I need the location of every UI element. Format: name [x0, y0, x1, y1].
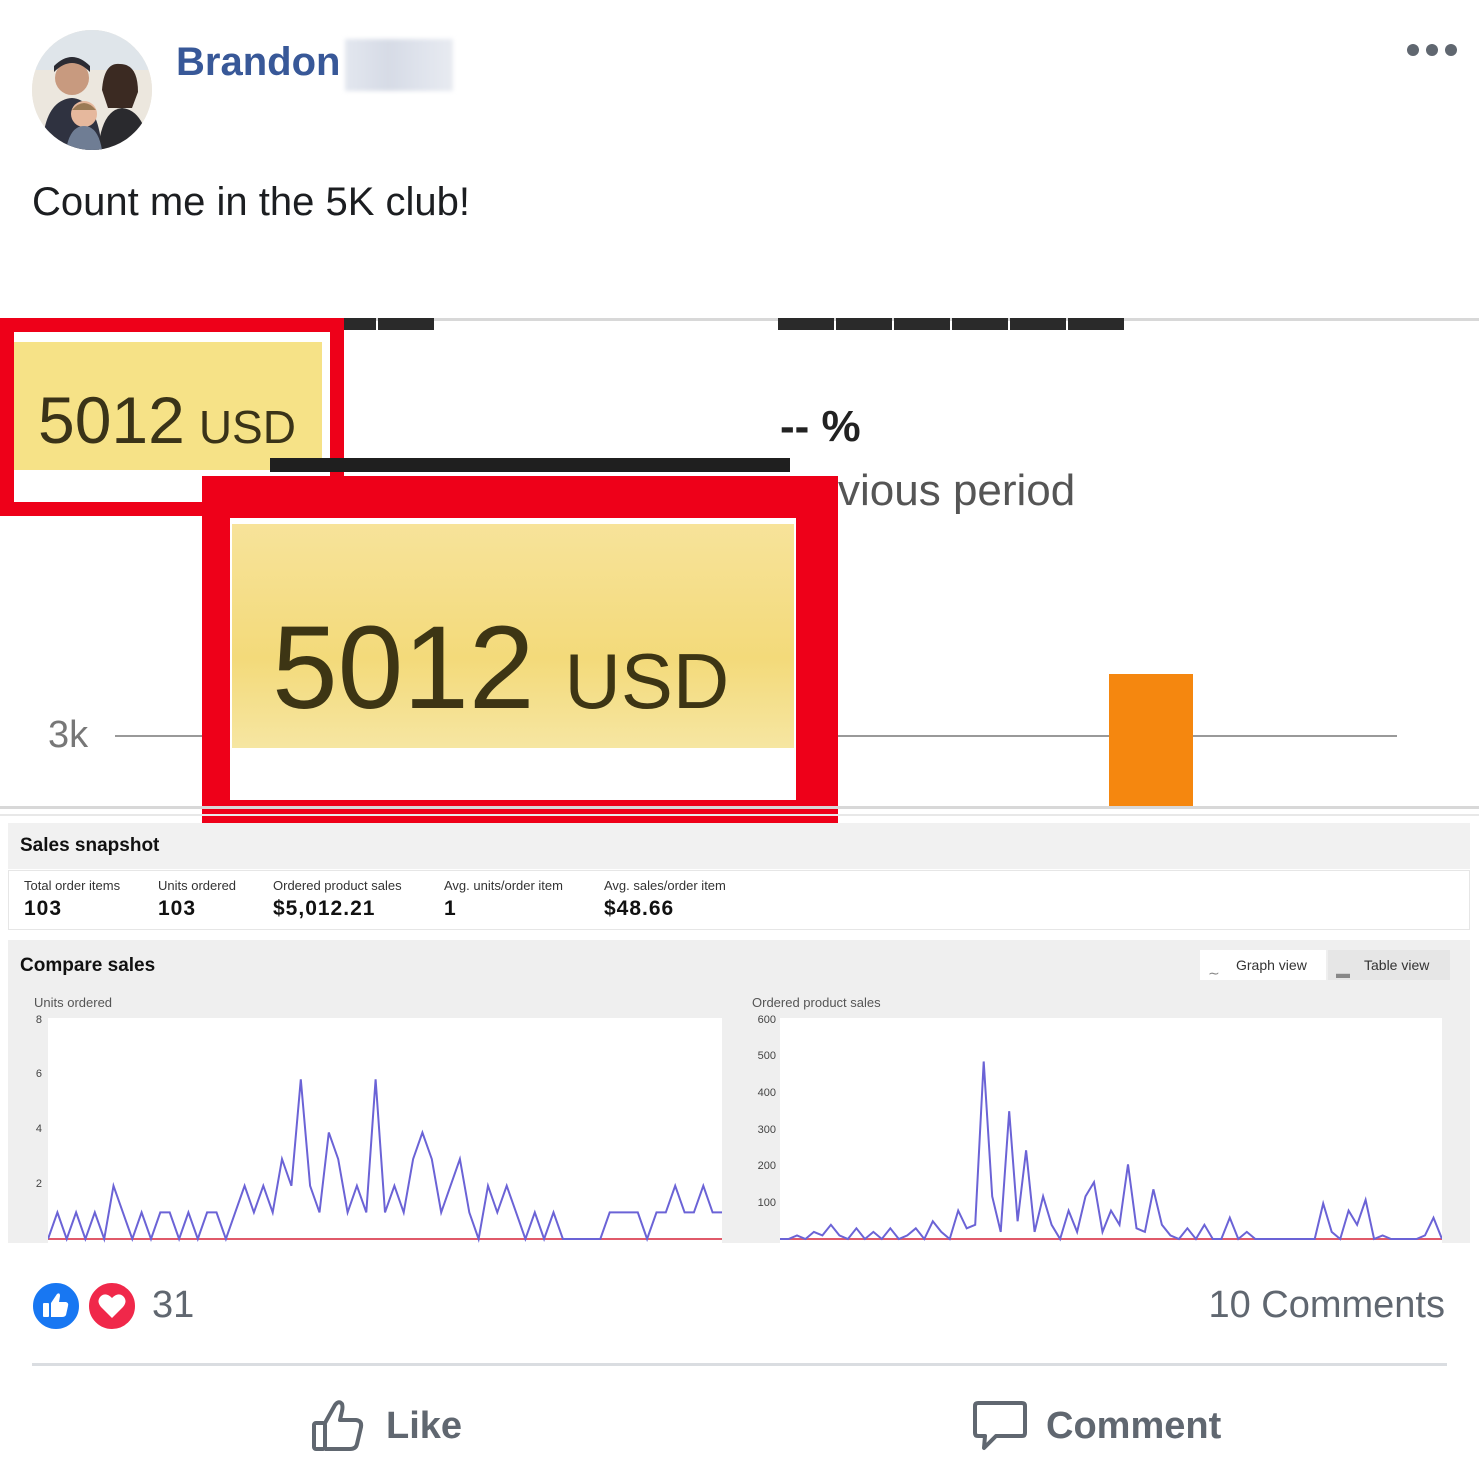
- y-tick: 600: [757, 1014, 776, 1026]
- product-sales-series: [780, 1061, 1442, 1242]
- like-icon: [312, 1400, 364, 1451]
- units-ordered-plot: [48, 1018, 722, 1243]
- metric-label: Total order items: [24, 878, 121, 893]
- post-text: Count me in the 5K club!: [32, 180, 471, 224]
- metric-value: 1: [444, 897, 457, 920]
- graph-view-toggle[interactable]: ∼ Graph view: [1200, 950, 1326, 981]
- heart-icon: [98, 1294, 126, 1318]
- axis-tick-3k: 3k: [48, 714, 89, 756]
- love-reaction-icon[interactable]: [86, 1280, 138, 1332]
- like-label: Like: [386, 1405, 463, 1447]
- y-tick: 200: [757, 1160, 776, 1172]
- author-name[interactable]: Brandon: [176, 40, 340, 85]
- metric-label: Avg. sales/order item: [604, 878, 726, 893]
- more-options-button[interactable]: [1404, 36, 1460, 64]
- image-divider: [0, 806, 1479, 809]
- comment-icon: [973, 1401, 1027, 1450]
- table-view-label: Table view: [1364, 957, 1430, 973]
- sales-snapshot-header: [8, 823, 1470, 869]
- thumbs-up-icon: [43, 1293, 69, 1317]
- compare-sales-title: Compare sales: [20, 955, 156, 976]
- metric-value: $48.66: [604, 897, 675, 920]
- metric-value: $5,012.21: [273, 897, 376, 920]
- table-icon: ▬: [1336, 965, 1350, 981]
- ellipsis-icon: [1407, 44, 1457, 56]
- large-value-unit: USD: [564, 637, 730, 725]
- graph-view-label: Graph view: [1236, 957, 1307, 973]
- comments-count[interactable]: 10 Comments: [1208, 1284, 1445, 1327]
- avatar-photo: [32, 30, 152, 150]
- table-view-toggle[interactable]: ▬ Table view: [1328, 950, 1450, 981]
- metric-label: Ordered product sales: [273, 878, 402, 893]
- sales-snapshot-title: Sales snapshot: [20, 835, 160, 856]
- post-image[interactable]: ▬▬▬▬▬▬▬ ▬▬▬▬▬▬ -- % vious period 5012USD…: [0, 318, 1479, 1243]
- product-sales-plot: [780, 1018, 1442, 1243]
- footer-divider: [32, 1363, 1447, 1366]
- metric-value: 103: [24, 897, 63, 920]
- metric-label: Units ordered: [158, 878, 237, 893]
- like-reaction-icon[interactable]: [30, 1280, 82, 1332]
- product-sales-chart-label: Ordered product sales: [752, 995, 881, 1010]
- large-value-number: 5012: [272, 602, 535, 734]
- percent-change: -- %: [780, 402, 861, 451]
- large-sales-value: 5012 USD: [272, 600, 729, 736]
- y-tick: 400: [757, 1087, 776, 1099]
- author-avatar[interactable]: [32, 30, 152, 150]
- comment-button[interactable]: Comment: [970, 1395, 1230, 1459]
- reaction-count[interactable]: 31: [152, 1284, 194, 1327]
- image-divider-light: [0, 814, 1479, 816]
- metric-label: Avg. units/order item: [444, 878, 563, 893]
- line-chart-icon: ∼: [1208, 965, 1220, 981]
- like-button[interactable]: Like: [308, 1395, 468, 1459]
- chart-bar: [1109, 674, 1193, 808]
- y-tick: 500: [757, 1050, 776, 1062]
- units-ordered-series: [48, 1079, 722, 1243]
- comment-label: Comment: [1046, 1405, 1222, 1447]
- units-ordered-chart-label: Units ordered: [34, 995, 113, 1010]
- cutoff-heading-right: ▬▬▬▬▬▬: [778, 318, 1126, 343]
- metric-value: 103: [158, 897, 197, 920]
- blurred-last-name: [345, 39, 453, 91]
- previous-period-label: vious period: [838, 466, 1076, 515]
- y-tick: 300: [757, 1124, 776, 1136]
- y-tick: 100: [757, 1197, 776, 1209]
- y-tick: 8: [35, 1014, 42, 1026]
- y-tick: 6: [35, 1068, 42, 1080]
- y-tick: 2: [35, 1178, 42, 1190]
- y-tick: 4: [35, 1123, 42, 1135]
